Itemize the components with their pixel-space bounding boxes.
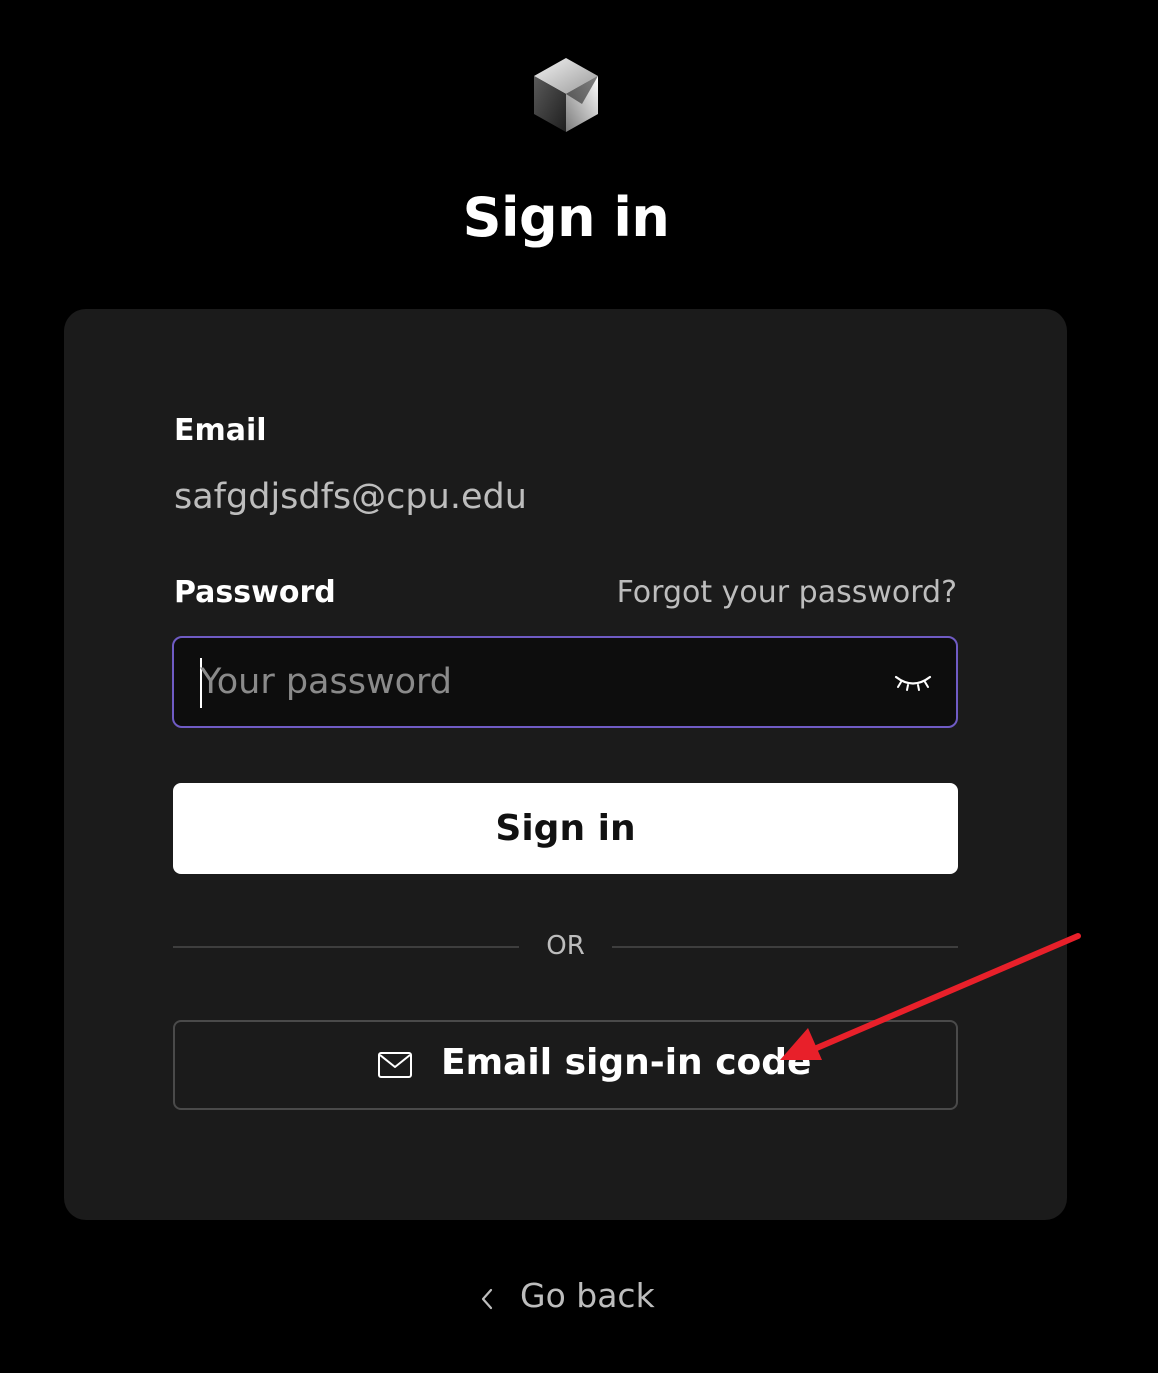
forgot-password-link[interactable]: Forgot your password? <box>617 575 957 610</box>
divider-or-label: OR <box>546 931 585 961</box>
signin-button[interactable]: Sign in <box>173 783 958 874</box>
email-value: safgdjsdfs@cpu.edu <box>174 477 527 517</box>
email-label: Email <box>174 413 267 448</box>
password-label: Password <box>174 575 336 610</box>
page-title: Sign in <box>462 186 670 249</box>
annotation-arrow <box>780 933 1081 1060</box>
mail-icon <box>378 1052 412 1078</box>
password-input[interactable] <box>200 638 860 726</box>
go-back-label: Go back <box>520 1276 655 1315</box>
email-signin-code-label: Email sign-in code <box>441 1042 812 1083</box>
signin-page: Sign in Email safgdjsdfs@cpu.edu Passwor… <box>0 0 1158 1373</box>
signin-card: Email safgdjsdfs@cpu.edu Password Forgot… <box>64 309 1067 1220</box>
eye-closed-icon[interactable] <box>894 668 932 696</box>
cube-logo-icon <box>534 58 598 132</box>
password-field[interactable] <box>172 636 958 728</box>
chevron-left-icon <box>481 1288 493 1310</box>
divider-left <box>173 946 519 948</box>
